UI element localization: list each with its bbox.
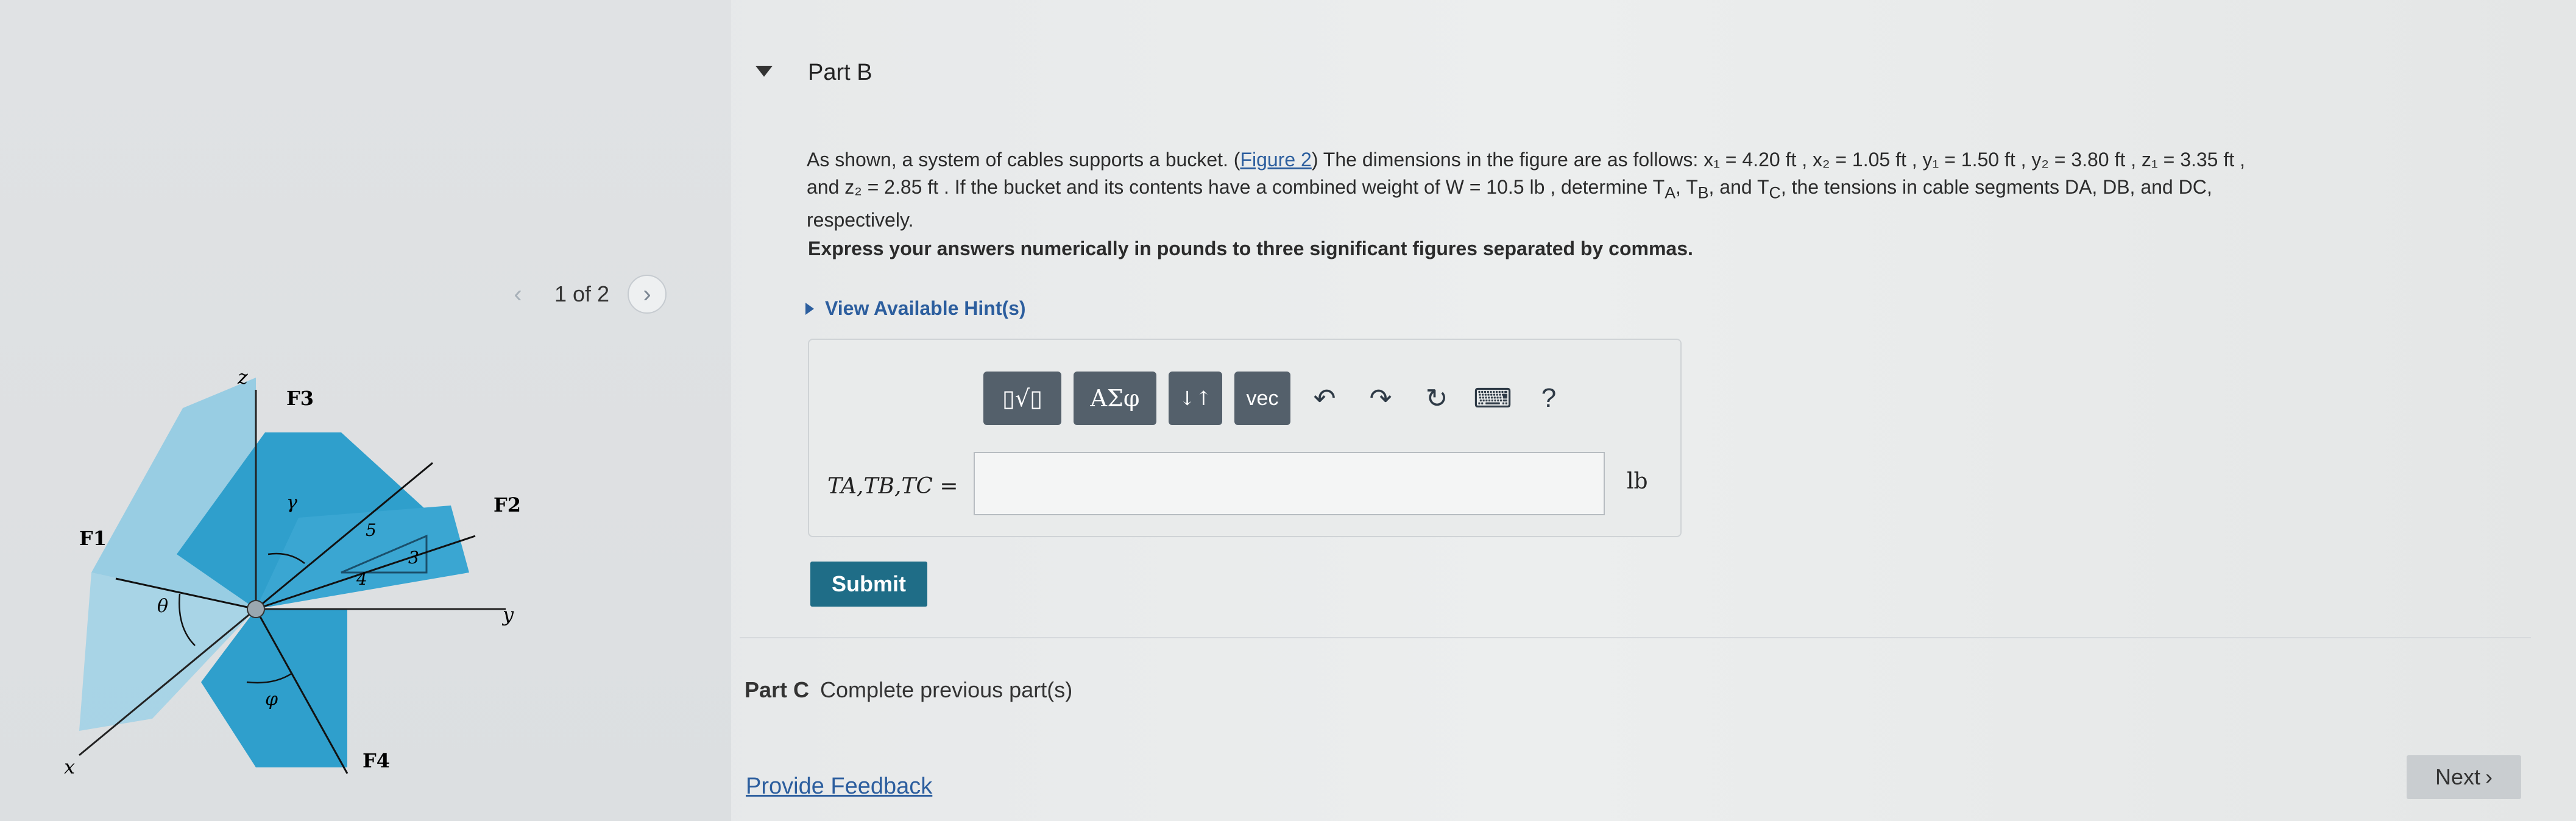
label-5: 5 bbox=[366, 520, 377, 540]
label-f4: F4 bbox=[363, 749, 390, 772]
provide-feedback-link[interactable]: Provide Feedback bbox=[746, 773, 932, 800]
label-gamma: γ bbox=[286, 492, 297, 513]
problem-statement: As shown, a system of cables supports a … bbox=[807, 146, 2537, 234]
label-f1: F1 bbox=[79, 527, 107, 550]
label-y: y bbox=[501, 603, 514, 626]
templates-button[interactable]: ▯√▯ bbox=[983, 372, 1061, 425]
submit-button[interactable]: Submit bbox=[810, 562, 927, 607]
redo-icon[interactable]: ↷ bbox=[1359, 372, 1403, 425]
figure-page-indicator: 1 of 2 bbox=[554, 281, 610, 306]
subscript-b: B bbox=[1697, 183, 1709, 202]
answer-input[interactable] bbox=[974, 452, 1605, 515]
reset-icon[interactable]: ↻ bbox=[1415, 372, 1459, 425]
problem-tb-1: , T bbox=[1675, 176, 1698, 198]
origin-point bbox=[247, 600, 265, 618]
chevron-right-icon: › bbox=[2485, 764, 2493, 789]
answer-instruction: Express your answers numerically in poun… bbox=[808, 238, 1693, 259]
label-z: z bbox=[237, 365, 249, 389]
problem-tb-2: , and T bbox=[1708, 176, 1769, 198]
figure-2-link[interactable]: Figure 2 bbox=[1240, 149, 1311, 171]
problem-text-2: ) The dimensions in the figure are as fo… bbox=[1311, 149, 2245, 171]
subscript-superscript-button[interactable]: ↓↑ bbox=[1169, 372, 1222, 425]
help-button[interactable]: ? bbox=[1527, 372, 1571, 425]
subscript-a: A bbox=[1665, 183, 1675, 202]
next-button[interactable]: Next › bbox=[2407, 755, 2521, 799]
part-b-title[interactable]: Part B bbox=[808, 60, 872, 86]
label-phi: φ bbox=[265, 689, 278, 710]
label-3: 3 bbox=[408, 548, 419, 568]
label-f2: F2 bbox=[494, 493, 521, 516]
keyboard-icon[interactable]: ⌨ bbox=[1471, 372, 1515, 425]
figure-panel: z y x F1 F2 F3 F4 θ φ γ 5 4 3 ‹ 1 of 2 › bbox=[0, 0, 731, 821]
part-c-status: Complete previous part(s) bbox=[820, 677, 1073, 702]
label-4: 4 bbox=[356, 569, 367, 589]
math-toolbar: ▯√▯ ΑΣφ ↓↑ vec ↶ ↷ ↻ ⌨ ? bbox=[983, 372, 1571, 425]
chevron-left-icon[interactable]: ‹ bbox=[500, 276, 536, 312]
unit-label: lb bbox=[1627, 469, 1648, 494]
view-hints-label[interactable]: View Available Hint(s) bbox=[825, 297, 1026, 320]
problem-text-4: respectively. bbox=[807, 209, 914, 231]
greek-symbols-button[interactable]: ΑΣφ bbox=[1074, 372, 1156, 425]
problem-tb-3: , the tensions in cable segments DA, DB,… bbox=[1780, 176, 2212, 198]
view-hints-toggle[interactable]: View Available Hint(s) bbox=[805, 297, 1026, 320]
label-x: x bbox=[64, 755, 75, 778]
part-c-header[interactable]: Part C Complete previous part(s) bbox=[745, 677, 1072, 703]
subscript-c: C bbox=[1769, 183, 1781, 202]
problem-text-1: As shown, a system of cables supports a … bbox=[807, 149, 1240, 171]
answer-label: TA,TB,TC = bbox=[827, 474, 958, 499]
force-diagram: z y x F1 F2 F3 F4 θ φ γ 5 4 3 bbox=[64, 365, 521, 778]
figure-pager: ‹ 1 of 2 › bbox=[500, 273, 667, 315]
caret-right-icon bbox=[805, 302, 814, 315]
next-label: Next bbox=[2435, 764, 2481, 789]
part-c-title: Part C bbox=[745, 677, 810, 702]
vector-button[interactable]: vec bbox=[1234, 372, 1290, 425]
part-b-collapse-caret-icon[interactable] bbox=[755, 66, 773, 77]
label-f3: F3 bbox=[286, 387, 314, 410]
label-theta: θ bbox=[157, 596, 168, 617]
undo-icon[interactable]: ↶ bbox=[1303, 372, 1346, 425]
divider bbox=[740, 637, 2531, 638]
problem-text-3: and z₂ = 2.85 ft . If the bucket and its… bbox=[807, 176, 1665, 198]
chevron-right-icon[interactable]: › bbox=[628, 275, 667, 314]
